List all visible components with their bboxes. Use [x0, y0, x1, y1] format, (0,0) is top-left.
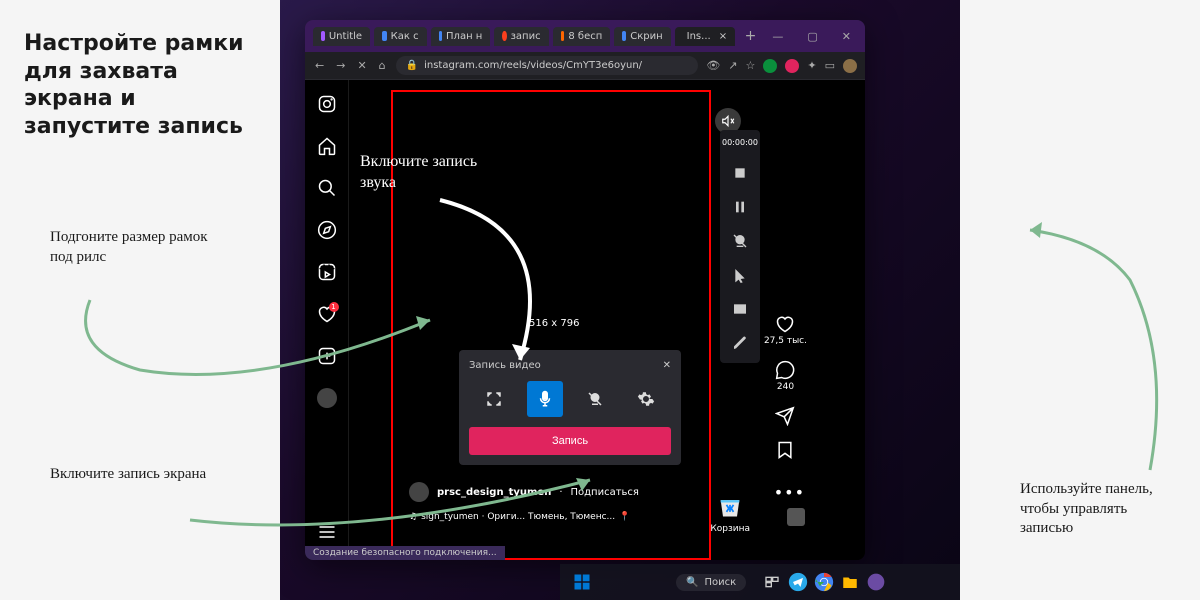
puzzle-icon[interactable]: ✦ [807, 59, 816, 72]
more-options-button[interactable]: ••• [774, 483, 805, 502]
frame-button[interactable] [724, 293, 756, 325]
fullscreen-tool[interactable] [476, 381, 512, 417]
browser-tab[interactable]: Untitle [313, 27, 370, 46]
instagram-logo-icon[interactable] [317, 94, 337, 118]
recording-timer: 00:00:00 [722, 134, 758, 155]
chrome-icon[interactable] [812, 570, 836, 594]
app-icon[interactable] [864, 570, 888, 594]
microphone-tool[interactable] [527, 381, 563, 417]
annotation-adjust-frame: Подгоните размер рамок под рилс [50, 228, 210, 267]
home-icon[interactable] [317, 136, 337, 160]
pause-button[interactable] [724, 191, 756, 223]
browser-tab[interactable]: Скрин [614, 27, 670, 46]
lock-icon: 🔒 [406, 60, 418, 71]
annotation-enable-audio: Включите запись звука [360, 152, 510, 194]
reels-icon[interactable] [317, 262, 337, 286]
capture-size-label: 516 x 796 [529, 318, 579, 329]
browser-extensions: 👁 ↗ ☆ ✦ ▭ [706, 59, 857, 73]
url-field[interactable]: 🔒 instagram.com/reels/videos/CmYT3e6oyun… [396, 56, 699, 75]
annotation-use-panel: Используйте панель, чтобы управлять запи… [1020, 480, 1160, 539]
minimize-button[interactable]: — [766, 28, 789, 45]
post-author: prsc_design_tyumen · Подписаться [409, 482, 639, 502]
audio-thumbnail[interactable] [787, 508, 805, 526]
cursor-button[interactable] [724, 259, 756, 291]
arrow-4 [1010, 220, 1170, 480]
author-avatar[interactable] [409, 482, 429, 502]
record-video-panel: Запись видео ✕ Запись [459, 350, 681, 465]
browser-tab[interactable]: 8 бесп [553, 27, 611, 46]
recording-control-panel: 00:00:00 [720, 130, 760, 363]
share-icon[interactable]: ↗ [728, 59, 737, 72]
taskview-icon[interactable] [760, 570, 784, 594]
annotation-enable-screen: Включите запись экрана [50, 465, 220, 485]
windows-taskbar: 🔍Поиск ⌃ ▮ ⌨ ☁ 📶 🔊 🔋 18:06 15.01.2023 [560, 564, 960, 600]
like-button[interactable]: 27,5 тыс. [764, 314, 807, 346]
close-icon[interactable]: ✕ [663, 360, 671, 371]
share-button[interactable] [775, 406, 795, 426]
webcam-off-button[interactable] [724, 225, 756, 257]
menu-icon[interactable] [317, 522, 337, 546]
profile-avatar[interactable] [843, 59, 857, 73]
record-panel-title: Запись видео [469, 360, 541, 371]
instagram-sidebar: 1 [305, 80, 349, 560]
recycle-bin-icon [714, 490, 746, 522]
maximize-button[interactable]: ▢ [801, 28, 823, 45]
browser-status: Создание безопасного подключения... [305, 546, 505, 560]
start-record-button[interactable]: Запись [469, 427, 671, 455]
audio-info[interactable]: ♫ sign_tyumen · Ориги... Тюмень, Тюменс.… [409, 512, 630, 522]
explorer-icon[interactable] [838, 570, 862, 594]
adblock-icon[interactable] [763, 59, 777, 73]
reels-actions: 27,5 тыс. 240 [764, 314, 807, 460]
bookmarks-icon[interactable]: ▭ [825, 59, 835, 72]
browser-tab[interactable]: запис [494, 27, 548, 46]
search-icon[interactable] [317, 178, 337, 202]
browser-tab[interactable]: Как с [374, 27, 427, 46]
create-icon[interactable] [317, 346, 337, 370]
browser-window: Untitle Как с План н запис 8 бесп Скрин … [305, 20, 865, 560]
search-icon: 🔍 [686, 577, 698, 588]
stop-button[interactable]: ✕ [355, 57, 368, 74]
home-button[interactable]: ⌂ [377, 57, 388, 74]
comment-button[interactable]: 240 [775, 360, 795, 392]
browser-addressbar: ← → ✕ ⌂ 🔒 instagram.com/reels/videos/CmY… [305, 52, 865, 80]
notification-badge: 1 [329, 302, 339, 312]
start-button[interactable] [570, 570, 594, 594]
new-tab-button[interactable]: + [739, 28, 763, 44]
notifications-icon[interactable]: 1 [317, 304, 337, 328]
browser-titlebar: Untitle Как с План н запис 8 бесп Скрин … [305, 20, 865, 52]
save-button[interactable] [775, 440, 795, 460]
profile-icon[interactable] [317, 388, 337, 408]
settings-tool[interactable] [628, 381, 664, 417]
instruction-title: Настройте рамки для захвата экрана и зап… [24, 30, 244, 140]
browser-tab-active[interactable]: Ins...× [675, 27, 735, 46]
stop-button[interactable] [724, 157, 756, 189]
telegram-icon[interactable] [786, 570, 810, 594]
desktop-wallpaper: Untitle Как с План н запис 8 бесп Скрин … [280, 0, 960, 600]
incognito-icon[interactable]: 👁 [706, 59, 720, 72]
extension-icon[interactable] [785, 59, 799, 73]
subscribe-button[interactable]: Подписаться [571, 487, 639, 498]
close-window-button[interactable]: ✕ [836, 28, 857, 45]
back-button[interactable]: ← [313, 57, 326, 74]
recycle-bin[interactable]: Корзина [710, 490, 750, 534]
star-icon[interactable]: ☆ [746, 59, 756, 72]
taskbar-search[interactable]: 🔍Поиск [676, 574, 746, 591]
browser-tab[interactable]: План н [431, 27, 491, 46]
explore-icon[interactable] [317, 220, 337, 244]
webcam-tool[interactable] [577, 381, 613, 417]
author-username[interactable]: prsc_design_tyumen [437, 487, 551, 498]
pen-button[interactable] [724, 327, 756, 359]
forward-button[interactable]: → [334, 57, 347, 74]
